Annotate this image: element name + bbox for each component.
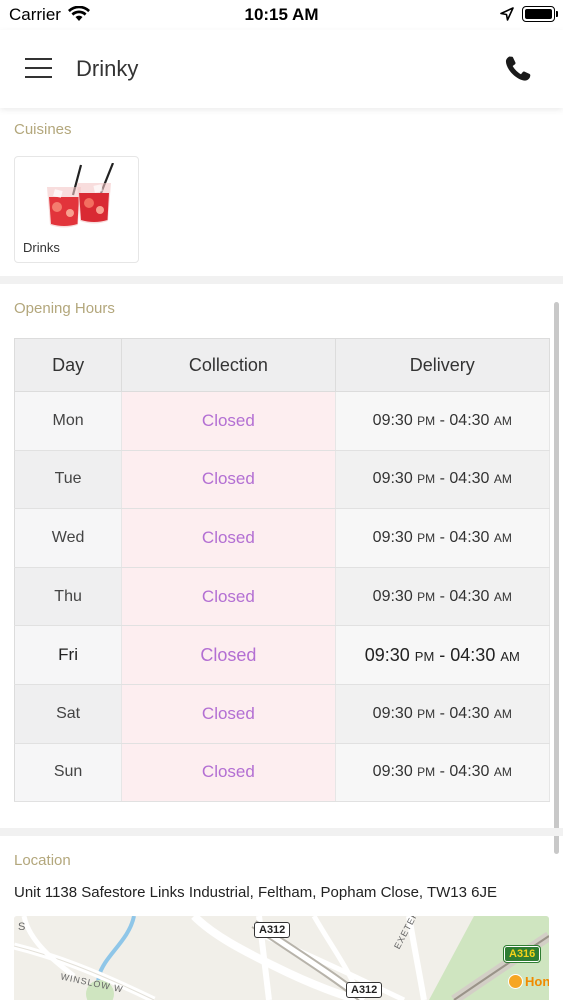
app-header: Drinky — [0, 30, 563, 108]
page-title: Drinky — [76, 56, 139, 81]
poi-label: Hon — [525, 974, 549, 989]
delivery-start-ampm: PM — [417, 472, 436, 487]
cuisine-card-drinks[interactable]: Drinks — [14, 156, 139, 263]
day-cell: Tue — [14, 450, 123, 510]
delivery-end: 04:30 — [449, 587, 490, 605]
delivery-end-ampm: AM — [493, 589, 512, 604]
delivery-start-ampm: PM — [417, 765, 436, 780]
battery-icon — [522, 6, 558, 22]
delivery-cell: 09:30 PM - 04:30 AM — [335, 567, 551, 627]
clock: 10:15 AM — [244, 5, 319, 24]
day-cell: Thu — [14, 567, 123, 627]
delivery-end-ampm: AM — [493, 413, 512, 428]
collection-cell: Closed — [121, 743, 336, 803]
scrollbar[interactable] — [554, 302, 559, 854]
delivery-end: 04:30 — [449, 528, 490, 546]
delivery-end: 04:30 — [450, 644, 496, 665]
delivery-start: 09:30 — [372, 704, 413, 722]
table-row: Mon Closed 09:30 PM - 04:30 AM — [14, 391, 551, 451]
delivery-cell: 09:30 PM - 04:30 AM — [335, 625, 551, 685]
cuisine-label: Drinks — [23, 240, 60, 255]
delivery-end: 04:30 — [449, 704, 490, 722]
delivery-start: 09:30 — [364, 644, 410, 665]
location-section-title: Location — [14, 852, 71, 869]
delivery-start: 09:30 — [372, 528, 413, 546]
delivery-end-ampm: AM — [493, 706, 512, 721]
table-header-row: Day Collection Delivery — [13, 338, 551, 392]
delivery-start: 09:30 — [372, 587, 413, 605]
delivery-end-ampm: AM — [493, 530, 512, 545]
address-text: Unit 1138 Safestore Links Industrial, Fe… — [14, 884, 498, 901]
delivery-cell: 09:30 PM - 04:30 AM — [335, 508, 551, 568]
collection-cell: Closed — [121, 391, 336, 451]
day-cell: Fri — [14, 625, 123, 685]
collection-cell: Closed — [121, 625, 336, 685]
location-arrow-icon — [500, 7, 514, 21]
delivery-cell: 09:30 PM - 04:30 AM — [335, 743, 551, 803]
day-cell: Sun — [14, 743, 123, 803]
opening-hours-table: Day Collection Delivery Mon Closed 09:30… — [13, 338, 551, 803]
collection-cell: Closed — [121, 684, 336, 744]
delivery-start-ampm: PM — [414, 648, 435, 664]
map-poi-marker[interactable]: Hon — [508, 974, 549, 989]
location-map[interactable]: S A312 A312 A316 EXETER ROAD WINSLOW W H… — [14, 916, 549, 1000]
column-header-delivery: Delivery — [334, 338, 551, 392]
svg-text:S: S — [18, 921, 25, 933]
delivery-end: 04:30 — [449, 763, 490, 781]
delivery-start: 09:30 — [372, 470, 413, 488]
road-label-a312: A312 — [346, 982, 383, 998]
table-row: Wed Closed 09:30 PM - 04:30 AM — [14, 508, 551, 568]
phone-icon[interactable] — [503, 54, 533, 84]
cocktail-image — [47, 163, 115, 228]
day-cell: Wed — [14, 508, 123, 568]
road-label-a312: A312 — [254, 922, 291, 938]
column-header-day: Day — [13, 338, 123, 392]
delivery-cell: 09:30 PM - 04:30 AM — [335, 684, 551, 744]
collection-cell: Closed — [121, 567, 336, 627]
delivery-cell: 09:30 PM - 04:30 AM — [335, 450, 551, 510]
table-row: Tue Closed 09:30 PM - 04:30 AM — [14, 450, 551, 510]
delivery-start-ampm: PM — [417, 706, 436, 721]
table-row: Sat Closed 09:30 PM - 04:30 AM — [14, 684, 551, 744]
delivery-end-ampm: AM — [493, 472, 512, 487]
delivery-end-ampm: AM — [493, 765, 512, 780]
day-cell: Mon — [14, 391, 123, 451]
delivery-start-ampm: PM — [417, 530, 436, 545]
collection-cell: Closed — [121, 508, 336, 568]
table-row: Sun Closed 09:30 PM - 04:30 AM — [14, 743, 551, 803]
delivery-start-ampm: PM — [417, 589, 436, 604]
day-cell: Sat — [14, 684, 123, 744]
delivery-cell: 09:30 PM - 04:30 AM — [335, 391, 551, 451]
hamburger-menu-icon[interactable] — [25, 57, 52, 79]
road-label-a316: A316 — [502, 945, 542, 963]
section-divider — [0, 828, 563, 836]
delivery-end: 04:30 — [449, 411, 490, 429]
poi-icon — [508, 974, 523, 989]
delivery-start: 09:30 — [372, 763, 413, 781]
table-row-today: Fri Closed 09:30 PM - 04:30 AM — [14, 625, 551, 685]
delivery-start-ampm: PM — [417, 413, 436, 428]
table-row: Thu Closed 09:30 PM - 04:30 AM — [14, 567, 551, 627]
cuisines-section-title: Cuisines — [14, 121, 72, 138]
column-header-collection: Collection — [121, 338, 336, 392]
delivery-end-ampm: AM — [500, 648, 520, 664]
delivery-start: 09:30 — [372, 411, 413, 429]
status-bar: Carrier 10:15 AM — [0, 0, 563, 30]
section-divider — [0, 276, 563, 284]
collection-cell: Closed — [121, 450, 336, 510]
delivery-end: 04:30 — [449, 470, 490, 488]
opening-hours-section-title: Opening Hours — [14, 300, 115, 317]
